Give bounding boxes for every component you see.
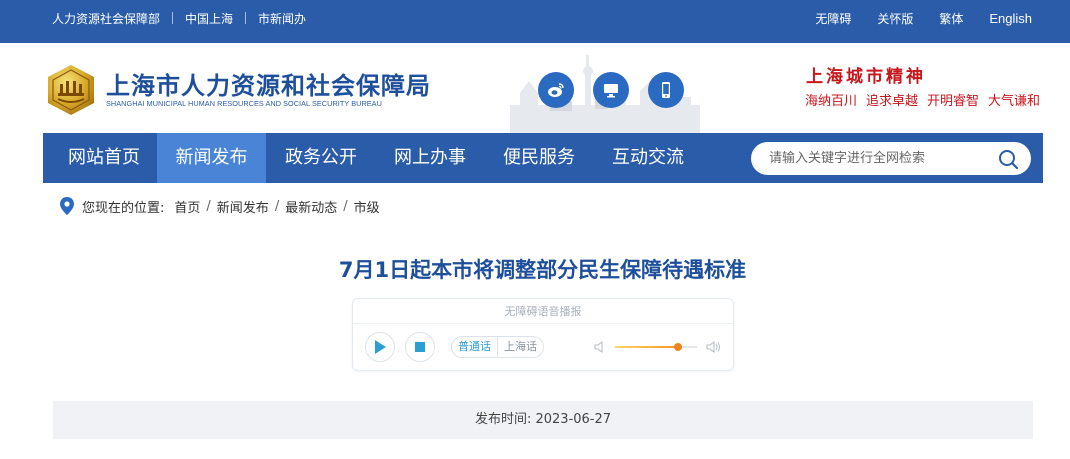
volume-low-icon — [594, 341, 603, 353]
care-mode-link[interactable]: 关怀版 — [877, 10, 913, 27]
weibo-button[interactable] — [538, 72, 574, 108]
nav-item-citizen-services[interactable]: 便民服务 — [486, 133, 592, 183]
search-icon[interactable] — [997, 148, 1019, 170]
city-spirit-words: 海纳百川 追求卓越 开明睿智 大气谦和 — [805, 90, 1040, 109]
nav-item-home[interactable]: 网站首页 — [53, 133, 155, 183]
divider — [172, 12, 174, 24]
breadcrumb-separator: / — [343, 198, 348, 214]
breadcrumb-news[interactable]: 新闻发布 — [217, 197, 269, 216]
search-box — [751, 142, 1031, 175]
desktop-site-button[interactable] — [593, 72, 629, 108]
language-shanghainese[interactable]: 上海话 — [497, 337, 543, 357]
mobile-site-button[interactable] — [648, 72, 684, 108]
play-icon — [375, 340, 386, 354]
breadcrumb-latest[interactable]: 最新动态 — [285, 197, 337, 216]
link-china-shanghai[interactable]: 中国上海 — [185, 10, 233, 27]
spirit-word: 海纳百川 — [805, 94, 858, 109]
computer-icon — [604, 84, 618, 98]
location-pin-icon — [60, 197, 74, 215]
stop-icon — [415, 342, 425, 352]
volume-high-icon — [706, 341, 720, 353]
mobile-icon — [662, 82, 670, 98]
volume-slider[interactable] — [615, 343, 697, 351]
breadcrumb-home[interactable]: 首页 — [174, 197, 200, 216]
city-spirit-title: 上海城市精神 — [806, 67, 926, 87]
volume-slider-knob[interactable] — [674, 343, 683, 351]
link-mohrss[interactable]: 人力资源社会保障部 — [52, 10, 160, 27]
accessibility-link[interactable]: 无障碍 — [815, 10, 851, 27]
site-header: 上海市人力资源和社会保障局 SHANGHAI MUNICIPAL HUMAN R… — [0, 43, 1070, 133]
spirit-word: 大气谦和 — [988, 94, 1041, 109]
language-mandarin[interactable]: 普通话 — [452, 337, 497, 357]
spirit-word: 追求卓越 — [866, 94, 919, 109]
traditional-chinese-link[interactable]: 繁体 — [939, 10, 963, 27]
voice-broadcast-player: 无障碍语音播报 普通话 上海话 — [352, 298, 734, 371]
main-nav: 网站首页 新闻发布 政务公开 网上办事 便民服务 互动交流 — [43, 133, 1043, 183]
breadcrumb-separator: / — [274, 198, 280, 214]
play-button[interactable] — [365, 332, 395, 362]
nav-item-news[interactable]: 新闻发布 — [157, 133, 266, 183]
nav-item-gov-affairs[interactable]: 政务公开 — [268, 133, 374, 183]
weibo-icon — [548, 83, 564, 97]
language-toggle: 普通话 上海话 — [451, 336, 544, 358]
english-link[interactable]: English — [989, 11, 1032, 26]
site-title-english: SHANGHAI MUNICIPAL HUMAN RESOURCES AND S… — [106, 99, 382, 108]
bureau-emblem-icon[interactable] — [44, 63, 98, 117]
top-left-links: 人力资源社会保障部 中国上海 市新闻办 — [52, 0, 306, 36]
search-input[interactable] — [769, 142, 989, 175]
article-title: 7月1日起本市将调整部分民生保障待遇标准 — [338, 258, 747, 282]
nav-item-online-services[interactable]: 网上办事 — [377, 133, 483, 183]
player-hint: 无障碍语音播报 — [353, 299, 733, 324]
breadcrumb-label: 您现在的位置: — [82, 200, 165, 216]
spirit-word: 开明睿智 — [927, 94, 980, 109]
nav-item-interaction[interactable]: 互动交流 — [595, 133, 701, 183]
top-utility-bar: 人力资源社会保障部 中国上海 市新闻办 无障碍 关怀版 繁体 English — [0, 0, 1070, 43]
stop-button[interactable] — [405, 332, 435, 362]
breadcrumb-separator: / — [206, 198, 211, 214]
breadcrumb: 您现在的位置: 首页 / 新闻发布 / 最新动态 / 市级 — [60, 196, 380, 216]
site-title[interactable]: 上海市人力资源和社会保障局 — [106, 66, 431, 101]
breadcrumb-municipal[interactable]: 市级 — [354, 197, 380, 216]
divider — [245, 12, 247, 24]
publish-date-bar: 发布时间: 2023-06-27 — [53, 401, 1033, 439]
volume-slider-fill — [615, 346, 679, 348]
link-news-office[interactable]: 市新闻办 — [258, 10, 306, 27]
top-right-links: 无障碍 关怀版 繁体 English — [815, 0, 1032, 36]
